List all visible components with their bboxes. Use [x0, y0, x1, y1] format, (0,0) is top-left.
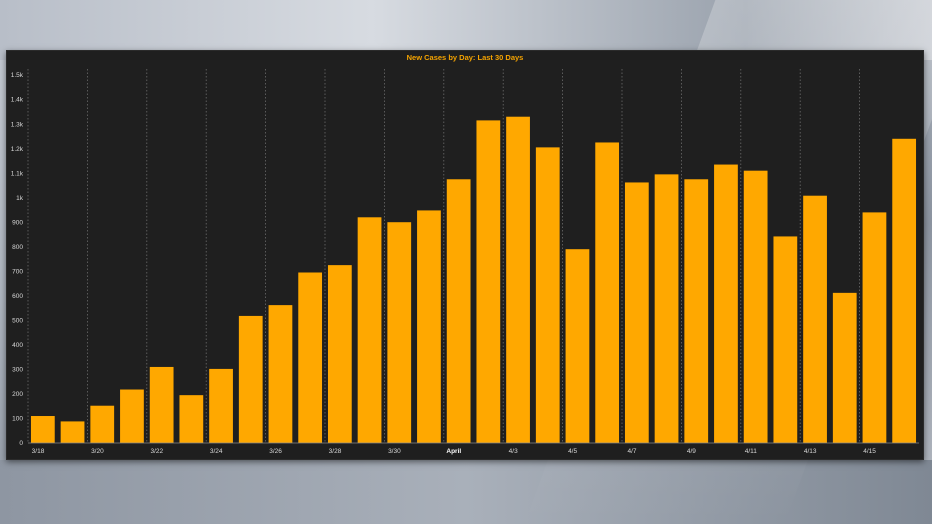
bar — [327, 265, 352, 443]
x-tick-label: 4/7 — [627, 448, 636, 455]
y-tick-label: 100 — [12, 416, 23, 423]
bar — [714, 164, 738, 443]
y-tick-label: 200 — [12, 391, 23, 398]
bar — [773, 236, 798, 443]
y-tick-label: 700 — [12, 268, 23, 275]
bar — [149, 366, 174, 443]
y-axis: 0 100 200 300 400 500 600 700 800 900 1k 1.1k 1.2k 1.… — [11, 72, 24, 447]
bar — [90, 405, 115, 443]
x-tick-label: April — [446, 448, 461, 455]
x-tick-label: 3/18 — [32, 448, 45, 455]
y-tick-label: 500 — [12, 318, 23, 325]
x-tick-label: 4/11 — [745, 448, 758, 455]
y-tick-label: 1.1k — [11, 170, 24, 177]
bar — [654, 174, 679, 444]
bar — [357, 217, 382, 443]
y-tick-label: 400 — [12, 342, 23, 349]
bar — [832, 292, 857, 443]
y-tick-label: 1.3k — [11, 121, 24, 128]
bar — [862, 212, 887, 443]
x-tick-label: 3/30 — [388, 448, 401, 455]
bar — [595, 142, 620, 443]
chart-panel: New Cases by Day: Last 30 Days 0 100 200 30… — [6, 50, 924, 460]
x-tick-label: 3/28 — [329, 448, 342, 455]
x-tick-label: 3/20 — [91, 448, 104, 455]
x-tick-label: 3/26 — [269, 448, 282, 455]
bar — [684, 179, 709, 443]
y-tick-label: 900 — [12, 219, 23, 226]
bar — [803, 195, 827, 443]
x-tick-label: 4/5 — [568, 448, 577, 455]
bar — [624, 182, 649, 443]
x-tick-label: 4/15 — [863, 448, 876, 455]
y-tick-label: 1.2k — [11, 146, 24, 153]
bar — [268, 305, 293, 443]
x-tick-label: 4/13 — [804, 448, 817, 455]
bar — [298, 272, 323, 443]
bar — [446, 179, 471, 443]
x-tick-label: 4/9 — [687, 448, 696, 455]
y-tick-label: 0 — [19, 440, 23, 447]
y-tick-label: 600 — [12, 293, 23, 300]
bar — [179, 395, 204, 443]
bar — [506, 116, 530, 443]
bar — [387, 222, 412, 443]
x-tick-label: 4/3 — [509, 448, 518, 455]
x-axis: 3/18 3/20 3/22 3/24 3/26 3/28 3/30 April 4/3 4/5 4… — [28, 442, 919, 455]
y-tick-label: 1.5k — [11, 72, 24, 79]
chart-title: New Cases by Day: Last 30 Days — [407, 53, 524, 62]
bar — [565, 249, 590, 443]
bar — [417, 210, 441, 443]
bar — [743, 170, 768, 443]
y-tick-label: 1k — [16, 195, 24, 202]
bar — [892, 138, 917, 443]
y-tick-label: 800 — [12, 244, 23, 251]
bar — [238, 315, 263, 443]
bar — [30, 416, 55, 443]
bar — [535, 147, 560, 443]
bar — [209, 368, 233, 443]
y-tick-label: 1.4k — [11, 97, 24, 104]
bar — [476, 120, 501, 444]
y-tick-label: 300 — [12, 367, 23, 374]
x-tick-label: 3/22 — [150, 448, 163, 455]
bar-chart: New Cases by Day: Last 30 Days 0 100 200 30… — [11, 53, 919, 455]
x-tick-label: 3/24 — [210, 448, 223, 455]
bar — [120, 389, 144, 443]
bar-series — [30, 116, 917, 444]
bar — [60, 421, 85, 443]
